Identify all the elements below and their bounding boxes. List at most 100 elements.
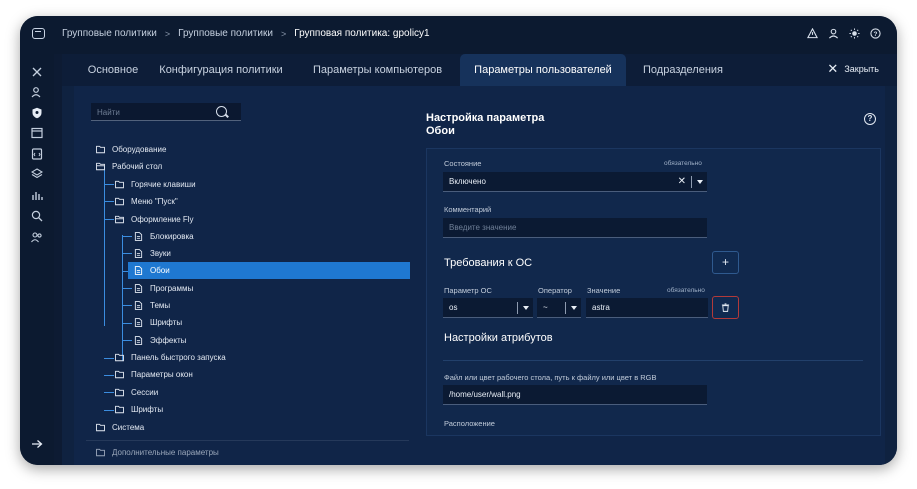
tree-item-label: Параметры окон [131, 370, 193, 379]
close-icon: ✕ [827, 61, 839, 76]
tree-item-label: Темы [150, 301, 171, 310]
tree-line [122, 305, 132, 306]
operator-label: Оператор [538, 286, 572, 295]
tree-item-quick-launch[interactable]: Панель быстрого запуска [115, 349, 395, 366]
tree-item-sessions[interactable]: Сессии [115, 384, 395, 401]
app-logo-icon[interactable] [32, 28, 45, 39]
breadcrumb-item[interactable]: Групповые политики [178, 28, 273, 39]
close-label: Закрыть [844, 64, 879, 74]
tree-item-fonts[interactable]: Шрифты [115, 401, 395, 418]
tab-departments[interactable]: Подразделения [638, 54, 728, 86]
section-divider [443, 360, 863, 361]
tree-line [104, 410, 114, 411]
close-button[interactable]: ✕ Закрыть [827, 61, 879, 76]
top-bar: Групповые политики > Групповые политики … [20, 16, 897, 54]
help-icon[interactable]: ? [864, 113, 876, 125]
file-icon [134, 266, 143, 275]
breadcrumb-item[interactable]: Групповые политики [62, 28, 157, 39]
user-settings-icon[interactable] [31, 86, 43, 98]
folder-icon [115, 197, 124, 206]
file-icon [134, 284, 143, 293]
users-icon[interactable] [31, 231, 43, 243]
location-label: Расположение [444, 419, 495, 428]
folder-icon [96, 423, 105, 432]
file-icon [134, 336, 143, 345]
clear-icon[interactable]: ✕ [678, 172, 686, 192]
settings-form: Состояние обязательно Включено ✕ Коммент… [426, 148, 881, 436]
tree-item-system[interactable]: Система [96, 419, 396, 436]
tree-item-hardware[interactable]: Оборудование [96, 141, 396, 158]
tab-bar: Основное Конфигурация политики Параметры… [62, 54, 897, 86]
select-divider [691, 176, 692, 188]
script-icon[interactable] [31, 148, 43, 160]
tree-item-start-menu[interactable]: Меню "Пуск" [115, 193, 395, 210]
zoom-search-icon[interactable] [31, 210, 43, 222]
user-icon[interactable] [828, 28, 839, 39]
layers-icon[interactable] [31, 168, 43, 180]
state-select[interactable]: Включено ✕ [443, 172, 707, 192]
chevron-down-icon[interactable] [571, 306, 577, 310]
tree-item-lock[interactable]: Блокировка [134, 228, 394, 245]
file-icon [134, 249, 143, 258]
os-param-value: os [449, 303, 458, 312]
tree-item-additional[interactable]: Дополнительные параметры [96, 448, 219, 460]
tree-item-window-params[interactable]: Параметры окон [115, 366, 395, 383]
tab-policy-config[interactable]: Конфигурация политики [156, 54, 286, 86]
tools-icon[interactable] [31, 66, 43, 78]
bar-chart-icon[interactable] [31, 189, 43, 201]
tree-item-desktop[interactable]: Рабочий стол [96, 158, 396, 175]
operator-select[interactable]: ~ [537, 298, 581, 318]
breadcrumb: Групповые политики > Групповые политики … [62, 28, 430, 39]
tree-item-fly-theme[interactable]: Оформление Fly [115, 211, 395, 228]
tree-item-wallpaper[interactable]: Обои [128, 262, 410, 279]
tab-user-params[interactable]: Параметры пользователей [460, 54, 626, 86]
comment-input[interactable]: Введите значение [443, 218, 707, 238]
chevron-right-icon: > [280, 28, 287, 39]
tree-line [104, 358, 114, 359]
os-param-select[interactable]: os [443, 298, 533, 318]
sun-icon[interactable] [849, 28, 860, 39]
tree-item-label: Шрифты [131, 405, 164, 414]
tree-item-label: Меню "Пуск" [131, 197, 178, 206]
delete-requirement-button[interactable] [712, 296, 739, 319]
tree-line [122, 340, 132, 341]
select-divider [565, 302, 566, 314]
window-icon[interactable] [31, 127, 43, 139]
tree-item-programs[interactable]: Программы [134, 280, 394, 297]
folder-icon [115, 180, 124, 189]
search-input[interactable] [97, 106, 207, 118]
tree-item-fonts-fly[interactable]: Шрифты [134, 314, 394, 331]
tree-item-label: Звуки [150, 249, 171, 258]
tree-item-label: Эффекты [150, 336, 187, 345]
add-requirement-button[interactable]: + [712, 251, 739, 274]
help-icon[interactable]: ? [870, 28, 881, 39]
chevron-down-icon[interactable] [697, 180, 703, 184]
folder-icon [115, 388, 124, 397]
app-window: Групповые политики > Групповые политики … [20, 16, 897, 465]
tree-line [104, 184, 114, 185]
tree-item-themes[interactable]: Темы [134, 297, 394, 314]
tab-computer-params[interactable]: Параметры компьютеров [310, 54, 445, 86]
tab-general[interactable]: Основное [78, 54, 148, 86]
file-input[interactable]: /home/user/wall.png [443, 385, 707, 405]
file-label: Файл или цвет рабочего стола, путь к фай… [444, 373, 657, 382]
chevron-down-icon[interactable] [523, 306, 529, 310]
tree-item-label: Дополнительные параметры [112, 448, 219, 457]
expand-arrow-icon[interactable] [31, 438, 43, 450]
tree-item-sounds[interactable]: Звуки [134, 245, 394, 262]
shield-icon[interactable] [31, 107, 43, 119]
tree-item-effects[interactable]: Эффекты [134, 332, 394, 349]
search-icon[interactable] [216, 106, 227, 117]
required-mark: обязательно [667, 287, 705, 294]
chevron-right-icon: > [164, 28, 171, 39]
tree-line [122, 288, 132, 289]
tree-item-label: Рабочий стол [112, 162, 163, 171]
tree-item-hotkeys[interactable]: Горячие клавиши [115, 176, 395, 193]
sidebar [20, 54, 54, 465]
tree-item-label: Оборудование [112, 145, 167, 154]
tree-divider [86, 440, 409, 441]
warning-icon[interactable] [807, 27, 818, 39]
value-input[interactable]: astra [586, 298, 708, 318]
file-icon [134, 232, 143, 241]
panel-title-line2: Обои [426, 125, 455, 137]
